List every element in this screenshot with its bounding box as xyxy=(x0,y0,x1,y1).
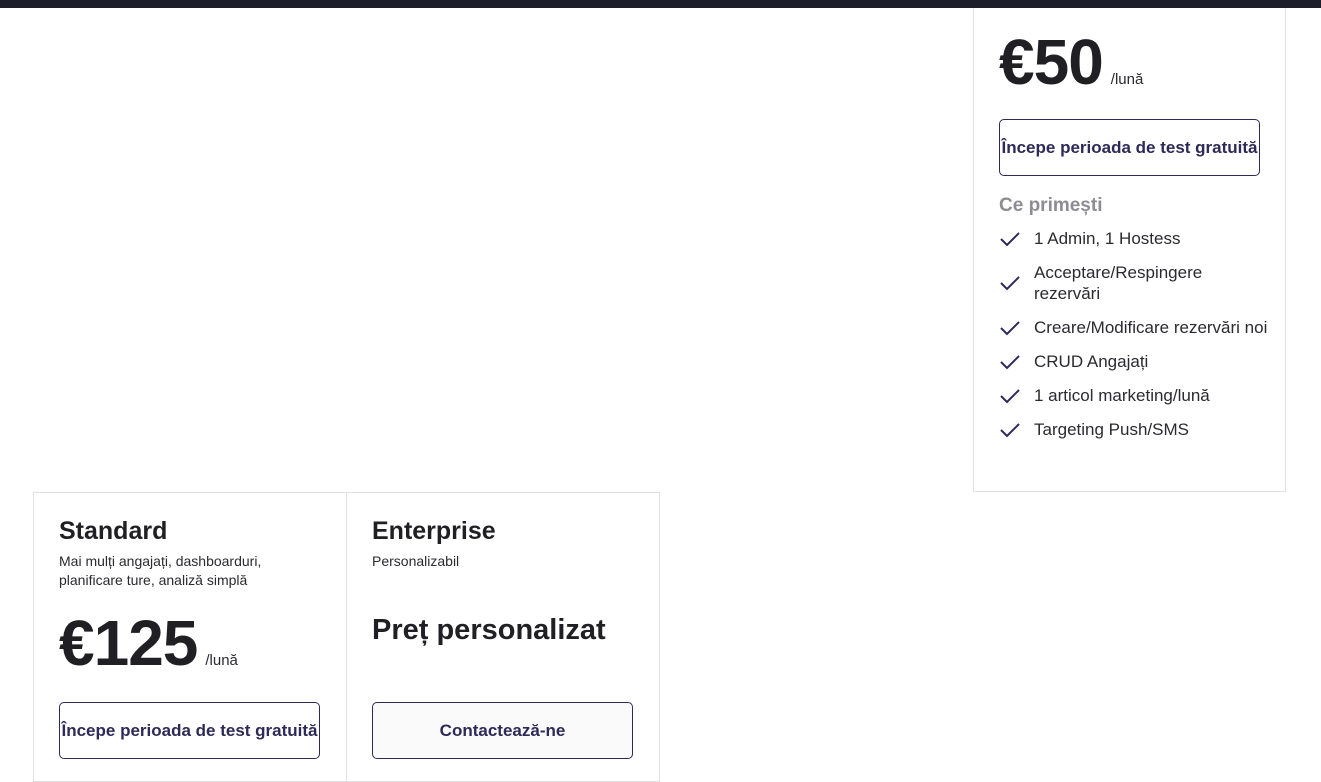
check-icon xyxy=(999,354,1034,370)
contact-us-button[interactable]: Contactează-ne xyxy=(372,702,633,759)
pricing-card-enterprise: Enterprise Personalizabil Preț personali… xyxy=(346,492,660,782)
features-title: Ce primești xyxy=(999,195,1103,216)
feature-label: CRUD Angajați xyxy=(1034,352,1149,371)
start-free-trial-button[interactable]: Începe perioada de test gratuită xyxy=(999,119,1260,176)
plan-description: Mai mulți angajați, dashboarduri, planif… xyxy=(59,553,262,588)
feature-item: Targeting Push/SMS xyxy=(999,419,1269,440)
feature-label: Acceptare/Respingere rezervări xyxy=(1034,263,1203,303)
price-row: €125 /lună xyxy=(59,611,238,675)
price-amount: €125 xyxy=(59,607,198,679)
feature-item: 1 Admin, 1 Hostess xyxy=(999,228,1269,249)
price-period: /lună xyxy=(205,652,238,669)
check-icon xyxy=(999,320,1034,336)
price-amount: €50 xyxy=(999,26,1104,98)
check-icon xyxy=(999,231,1034,247)
feature-item: CRUD Angajați xyxy=(999,351,1269,372)
pricing-card-basic: €50 /lună Începe perioada de test gratui… xyxy=(973,8,1286,492)
pricing-card-standard: Standard Mai mulți angajați, dashboardur… xyxy=(33,492,347,782)
check-icon xyxy=(999,422,1034,438)
plan-description: Personalizabil xyxy=(372,553,460,569)
plan-name: Enterprise xyxy=(372,517,496,545)
check-icon xyxy=(999,388,1034,404)
price-row: €50 /lună xyxy=(999,30,1143,94)
top-bar xyxy=(0,0,1321,8)
feature-label: 1 Admin, 1 Hostess xyxy=(1034,229,1181,248)
price-period: /lună xyxy=(1110,71,1144,88)
feature-list: 1 Admin, 1 Hostess Acceptare/Respingere … xyxy=(999,228,1269,453)
check-icon xyxy=(999,275,1034,291)
plan-name: Standard xyxy=(59,517,168,545)
start-free-trial-button[interactable]: Începe perioada de test gratuită xyxy=(59,702,320,759)
feature-item: Acceptare/Respingere rezervări xyxy=(999,262,1269,304)
feature-item: 1 articol marketing/lună xyxy=(999,385,1269,406)
price-custom: Preț personalizat xyxy=(372,614,606,646)
feature-item: Creare/Modificare rezervări noi xyxy=(999,317,1269,338)
feature-label: Targeting Push/SMS xyxy=(1034,420,1189,439)
feature-label: 1 articol marketing/lună xyxy=(1034,386,1210,405)
feature-label: Creare/Modificare rezervări noi xyxy=(1034,318,1268,337)
